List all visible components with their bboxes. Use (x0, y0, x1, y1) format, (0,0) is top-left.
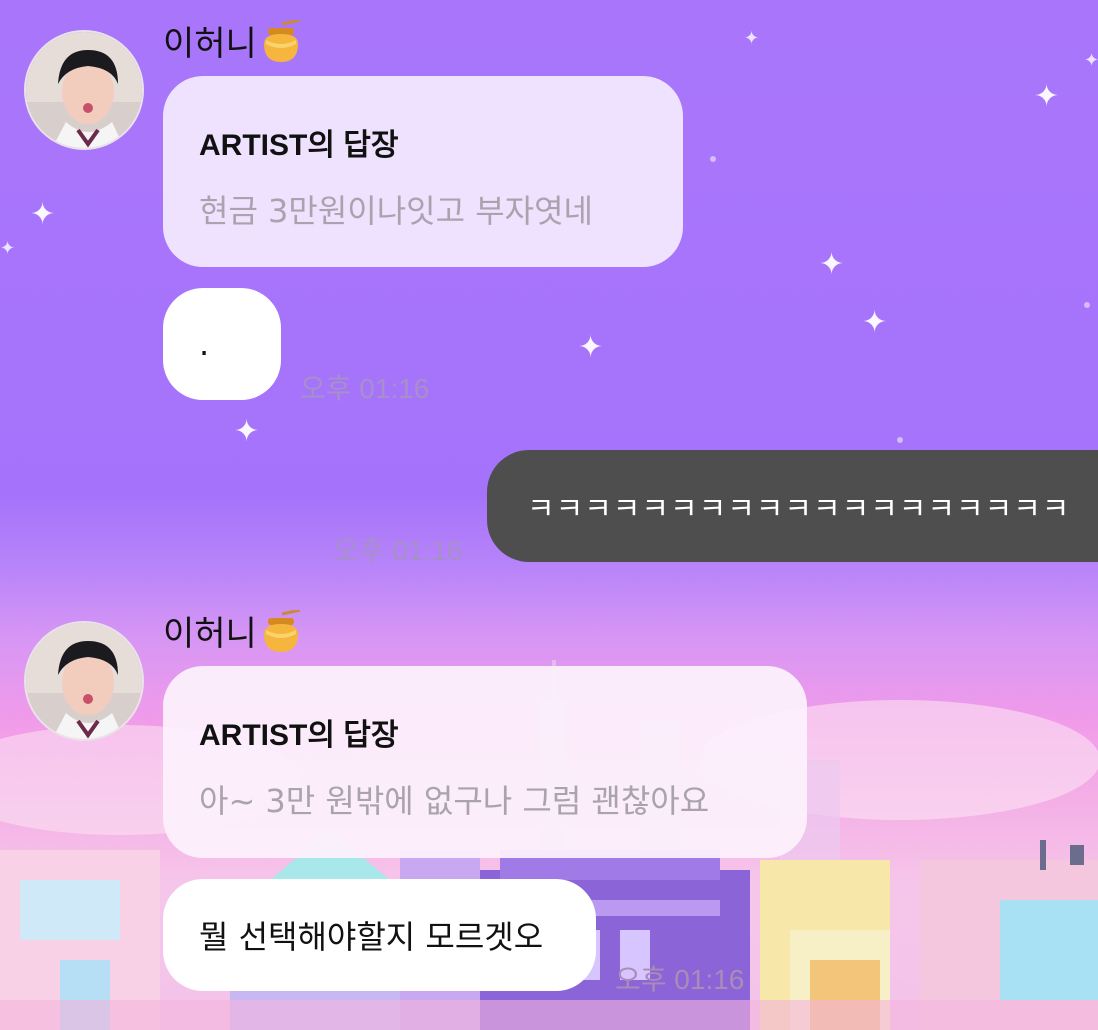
message-timestamp: 오후 01:16 (333, 535, 463, 566)
reply-text: 현금 3만원이나잇고 부자엿네 (199, 192, 593, 230)
message-timestamp: 오후 01:16 (615, 964, 745, 995)
message-bubble[interactable]: . (163, 288, 281, 400)
sparkle-icon: ✦ (862, 305, 888, 340)
star-dot (710, 156, 716, 162)
artist-avatar[interactable] (24, 30, 144, 150)
message-text: . (199, 325, 210, 363)
artist-reply-card[interactable]: ARTIST의 답장 아~ 3만 원밖에 없구나 그럼 괜찮아요 (163, 666, 807, 858)
message-text: ㅋㅋㅋㅋㅋㅋㅋㅋㅋㅋㅋㅋㅋㅋㅋㅋㅋㅋㅋ (527, 492, 1071, 527)
star-dot (897, 437, 903, 443)
sparkle-icon: ✦ (234, 414, 260, 449)
star-dot (1084, 302, 1090, 308)
honey-pot-icon (264, 20, 301, 62)
sparkle-icon: ✦ (744, 28, 760, 49)
sparkle-icon: ✦ (30, 197, 56, 232)
sparkle-icon: ✦ (0, 238, 16, 259)
message-timestamp: 오후 01:16 (300, 373, 430, 404)
reply-title: ARTIST의 답장 (199, 719, 399, 752)
my-message-bubble[interactable]: ㅋㅋㅋㅋㅋㅋㅋㅋㅋㅋㅋㅋㅋㅋㅋㅋㅋㅋㅋ (487, 450, 1098, 562)
message-bubble[interactable]: 뭘 선택해야할지 모르겟오 (163, 879, 596, 991)
sparkle-icon: ✦ (1034, 79, 1060, 114)
sparkle-icon: ✦ (819, 247, 845, 282)
message-text: 뭘 선택해야할지 모르겟오 (199, 918, 544, 956)
sender-name: 이허니 (163, 614, 257, 654)
sparkle-icon: ✦ (1084, 50, 1098, 71)
sender-name: 이허니 (163, 24, 257, 64)
artist-reply-card[interactable]: ARTIST의 답장 현금 3만원이나잇고 부자엿네 (163, 76, 683, 267)
honey-pot-icon (264, 610, 301, 652)
reply-text: 아~ 3만 원밖에 없구나 그럼 괜찮아요 (199, 782, 710, 820)
reply-title: ARTIST의 답장 (199, 129, 399, 162)
sparkle-icon: ✦ (578, 330, 604, 365)
artist-avatar[interactable] (24, 621, 144, 741)
